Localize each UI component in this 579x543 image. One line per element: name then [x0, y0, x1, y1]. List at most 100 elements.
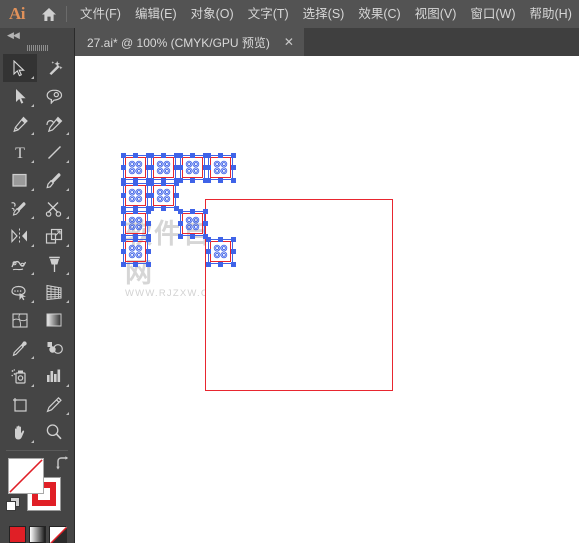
menu-file[interactable]: 文件(F) — [73, 0, 128, 28]
selection-handle-bc[interactable] — [190, 233, 195, 239]
selection-handle-tl[interactable] — [120, 180, 126, 186]
width-warp-tool[interactable] — [3, 250, 38, 278]
perspective-grid-tool[interactable] — [37, 278, 72, 306]
pattern-tile-6[interactable] — [148, 180, 179, 211]
blend-tool[interactable] — [37, 334, 72, 362]
pattern-tile-3[interactable] — [177, 152, 208, 183]
color-mode-none[interactable] — [48, 526, 67, 543]
selection-handle-tc[interactable] — [161, 180, 166, 186]
close-icon[interactable]: ✕ — [280, 35, 298, 49]
collapse-panel-icon[interactable]: ◀◀ — [7, 30, 20, 41]
zoom-tool[interactable] — [37, 418, 72, 446]
selection-handle-tl[interactable] — [177, 208, 183, 214]
pattern-tile-5[interactable] — [120, 180, 151, 211]
selection-handle-tl[interactable] — [120, 152, 126, 158]
selection-handle-bc[interactable] — [218, 261, 223, 267]
pattern-tile-9[interactable] — [120, 236, 151, 267]
selection-handle-mr[interactable] — [173, 193, 179, 198]
selection-handle-mr[interactable] — [145, 249, 151, 254]
selection-handle-mr[interactable] — [145, 221, 151, 226]
menu-effect[interactable]: 效果(C) — [351, 0, 407, 28]
selection-handle-tc[interactable] — [218, 152, 223, 158]
gradient-tool[interactable] — [37, 306, 72, 334]
selection-handle-ml[interactable] — [148, 193, 154, 198]
column-graph-tool[interactable] — [37, 362, 72, 390]
selection-handle-br[interactable] — [230, 261, 236, 267]
selection-handle-mr[interactable] — [202, 221, 208, 226]
rectangle-tool[interactable] — [3, 166, 38, 194]
selection-handle-ml[interactable] — [120, 249, 126, 254]
menu-view[interactable]: 视图(V) — [408, 0, 464, 28]
pen-tool[interactable] — [3, 110, 38, 138]
swap-fill-stroke-icon[interactable] — [55, 456, 70, 473]
scissors-eraser-tool[interactable] — [37, 194, 72, 222]
color-mode-color[interactable] — [8, 526, 26, 543]
shape-builder-tool[interactable] — [3, 278, 38, 306]
selection-handle-ml[interactable] — [148, 165, 154, 170]
artboard-tool[interactable] — [3, 390, 38, 418]
pattern-tile-4[interactable] — [205, 152, 236, 183]
selection-handle-tl[interactable] — [148, 180, 154, 186]
curvature-tool[interactable] — [37, 110, 72, 138]
symbol-sprayer-tool[interactable] — [3, 362, 38, 390]
selection-handle-ml[interactable] — [177, 221, 183, 226]
slice-tool[interactable] — [37, 390, 72, 418]
selection-handle-tl[interactable] — [177, 152, 183, 158]
selection-handle-tr[interactable] — [230, 152, 236, 158]
hand-tool[interactable] — [3, 418, 38, 446]
menu-help[interactable]: 帮助(H) — [523, 0, 579, 28]
selection-handle-ml[interactable] — [205, 249, 211, 254]
selection-handle-tc[interactable] — [133, 152, 138, 158]
menu-select[interactable]: 选择(S) — [296, 0, 352, 28]
selection-handle-bc[interactable] — [161, 205, 166, 211]
selection-handle-mr[interactable] — [230, 249, 236, 254]
mesh-tool[interactable] — [3, 306, 38, 334]
pattern-tile-8[interactable] — [177, 208, 208, 239]
selection-handle-tr[interactable] — [230, 236, 236, 242]
selection-handle-bl[interactable] — [177, 233, 183, 239]
selection-handle-tc[interactable] — [133, 180, 138, 186]
selection-handle-br[interactable] — [145, 261, 151, 267]
selection-handle-tc[interactable] — [161, 152, 166, 158]
scale-shear-tool[interactable] — [37, 222, 72, 250]
selection-handle-ml[interactable] — [205, 165, 211, 170]
selection-handle-bl[interactable] — [205, 261, 211, 267]
selection-handle-bc[interactable] — [133, 261, 138, 267]
selection-tool[interactable] — [2, 54, 37, 82]
selection-handle-tc[interactable] — [218, 236, 223, 242]
direct-selection-tool[interactable] — [3, 82, 38, 110]
selection-handle-tl[interactable] — [120, 236, 126, 242]
selection-handle-tr[interactable] — [173, 180, 179, 186]
menu-edit[interactable]: 编辑(E) — [128, 0, 184, 28]
selection-handle-ml[interactable] — [177, 165, 183, 170]
free-transform-tool[interactable] — [37, 250, 72, 278]
selection-handle-bc[interactable] — [218, 177, 223, 183]
selection-handle-ml[interactable] — [120, 193, 126, 198]
selection-handle-ml[interactable] — [120, 165, 126, 170]
fill-swatch[interactable] — [8, 458, 44, 494]
pattern-tile-10[interactable] — [205, 236, 236, 267]
selection-handle-tr[interactable] — [202, 208, 208, 214]
selection-handle-tc[interactable] — [133, 236, 138, 242]
selection-handle-bl[interactable] — [205, 177, 211, 183]
eyedropper-tool[interactable] — [3, 334, 38, 362]
selection-handle-tc[interactable] — [190, 152, 195, 158]
document-tab[interactable]: 27.ai* @ 100% (CMYK/GPU 预览) ✕ — [75, 28, 304, 56]
selection-handle-tc[interactable] — [133, 208, 138, 214]
magic-wand-tool[interactable] — [37, 54, 72, 82]
color-mode-gradient[interactable] — [28, 526, 46, 543]
selection-handle-br[interactable] — [230, 177, 236, 183]
pattern-tile-1[interactable] — [120, 152, 151, 183]
selection-handle-bc[interactable] — [190, 177, 195, 183]
default-fill-stroke-icon[interactable] — [6, 497, 21, 515]
line-segment-tool[interactable] — [37, 138, 72, 166]
rotate-reflect-tool[interactable] — [3, 222, 38, 250]
selection-handle-mr[interactable] — [230, 165, 236, 170]
pattern-tile-2[interactable] — [148, 152, 179, 183]
menu-type[interactable]: 文字(T) — [241, 0, 296, 28]
lasso-tool[interactable] — [37, 82, 72, 110]
document-canvas[interactable]: 软件自学网 WWW.RJZXW.COM — [75, 56, 579, 543]
selection-handle-tl[interactable] — [120, 208, 126, 214]
selection-handle-ml[interactable] — [120, 221, 126, 226]
menu-window[interactable]: 窗口(W) — [463, 0, 522, 28]
